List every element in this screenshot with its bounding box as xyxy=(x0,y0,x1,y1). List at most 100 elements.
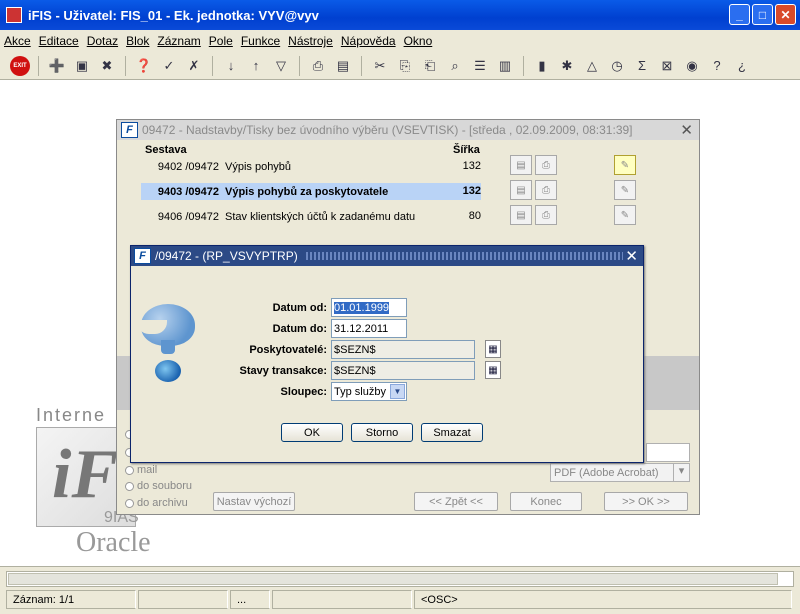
ifis-window-icon: F xyxy=(134,248,151,264)
print-icon[interactable]: ⎙ xyxy=(535,155,557,175)
toolbar-separator xyxy=(212,55,213,76)
preview-icon[interactable]: ▤ xyxy=(510,180,532,200)
toolbar-separator xyxy=(299,55,300,76)
maximize-button[interactable]: □ xyxy=(752,4,773,25)
output-radio-archive[interactable]: do archivu xyxy=(125,497,188,509)
stavy-transakce-input[interactable]: $SEZN$ xyxy=(331,361,475,380)
stavy-transakce-label: Stavy transakce: xyxy=(239,365,327,377)
edit-icon[interactable]: ✎ xyxy=(614,180,636,200)
context-help-icon[interactable]: ¿ xyxy=(732,56,752,76)
close-window-button[interactable]: ✕ xyxy=(775,4,796,25)
print-icon[interactable]: ⎙ xyxy=(535,180,557,200)
toolbar-separator xyxy=(361,55,362,76)
query-cancel-icon[interactable]: ✗ xyxy=(184,56,204,76)
excel-icon[interactable]: ⊠ xyxy=(657,56,677,76)
output-radio-mail[interactable]: mail xyxy=(125,464,157,476)
toolbar-separator xyxy=(523,55,524,76)
menu-blok[interactable]: Blok xyxy=(126,34,149,48)
query-enter-icon[interactable]: ❓ xyxy=(134,56,154,76)
list-of-values-icon[interactable]: ▦ xyxy=(485,361,501,379)
ok-button[interactable]: OK xyxy=(281,423,343,442)
list-of-values-icon[interactable]: ▦ xyxy=(485,340,501,358)
menu-pole[interactable]: Pole xyxy=(209,34,233,48)
app-title: iFIS - Uživatel: FIS_01 - Ek. jednotka: … xyxy=(28,7,319,23)
menu-okno[interactable]: Okno xyxy=(404,34,433,48)
filter-icon[interactable]: ▽ xyxy=(271,56,291,76)
close-icon[interactable]: ✕ xyxy=(625,247,638,265)
menu-funkce[interactable]: Funkce xyxy=(241,34,280,48)
app-icon xyxy=(6,7,22,23)
print-setup-icon[interactable]: ▤ xyxy=(333,56,353,76)
status-record: Záznam: 1/1 xyxy=(6,590,136,609)
clock-icon[interactable]: ◷ xyxy=(607,56,627,76)
menu-dotaz[interactable]: Dotaz xyxy=(87,34,118,48)
status-cell xyxy=(138,590,228,609)
storno-button[interactable]: Storno xyxy=(351,423,413,442)
sloupec-label: Sloupec: xyxy=(280,386,327,398)
report-row[interactable]: 9402 /09472 Výpis pohybů xyxy=(141,158,481,175)
print-icon[interactable]: ⎙ xyxy=(535,205,557,225)
ok-next-button[interactable]: >> OK >> xyxy=(604,492,688,511)
back-button[interactable]: << Zpět << xyxy=(414,492,498,511)
chart-icon[interactable]: ▮ xyxy=(532,56,552,76)
menu-napoveda[interactable]: Nápověda xyxy=(341,34,396,48)
settings-icon[interactable]: ✱ xyxy=(557,56,577,76)
menu-akce[interactable]: Akce xyxy=(4,34,31,48)
copy-icon[interactable]: ⎘ xyxy=(395,56,415,76)
toolbar-separator xyxy=(125,55,126,76)
insert-record-icon[interactable]: ➕ xyxy=(47,56,67,76)
poskytovatele-input[interactable]: $SEZN$ xyxy=(331,340,475,359)
parameter-dialog-titlebar: F /09472 - (RP_VSVYPTRP) ✕ xyxy=(131,246,643,266)
report-row-selected[interactable]: 9403 /09472 Výpis pohybů za poskytovatel… xyxy=(141,183,481,200)
sloupec-select[interactable]: Typ služby ▼ xyxy=(331,382,407,401)
preview-icon[interactable]: ▤ xyxy=(510,155,532,175)
paste-icon[interactable]: ⎗ xyxy=(420,56,440,76)
format-select[interactable]: PDF (Adobe Acrobat) ▾ xyxy=(550,463,690,482)
find-icon[interactable]: ⌕ xyxy=(445,56,465,76)
exit-icon[interactable]: EXIT xyxy=(10,55,30,76)
toolbar: EXIT ➕ ▣ ✖ ❓ ✓ ✗ ↓ ↑ ▽ ⎙ ▤ ✂ ⎘ ⎗ ⌕ ☰ ▥ ▮… xyxy=(0,52,800,80)
edit-icon[interactable]: ✎ xyxy=(614,155,636,175)
report-row[interactable]: 9406 /09472 Stav klientských účtů k zada… xyxy=(141,208,481,225)
menu-zaznam[interactable]: Záznam xyxy=(157,34,200,48)
cut-icon[interactable]: ✂ xyxy=(370,56,390,76)
save-record-icon[interactable]: ▣ xyxy=(72,56,92,76)
report-width: 132 xyxy=(462,185,481,197)
sum-icon[interactable]: Σ xyxy=(632,56,652,76)
help-icon[interactable]: ? xyxy=(707,56,727,76)
minimize-button[interactable]: _ xyxy=(729,4,750,25)
parameter-dialog-title: /09472 - (RP_VSVYPTRP) xyxy=(155,249,298,263)
datum-do-input[interactable]: 31.12.2011 xyxy=(331,319,407,338)
list-icon[interactable]: ☰ xyxy=(470,56,490,76)
query-execute-icon[interactable]: ✓ xyxy=(159,56,179,76)
smazat-button[interactable]: Smazat xyxy=(421,423,483,442)
close-icon[interactable]: ✕ xyxy=(680,121,693,139)
horizontal-scrollbar[interactable] xyxy=(6,571,794,587)
datum-od-label: Datum od: xyxy=(272,302,327,314)
delete-record-icon[interactable]: ✖ xyxy=(97,56,117,76)
columns-icon[interactable]: ▥ xyxy=(495,56,515,76)
end-button[interactable]: Konec xyxy=(510,492,582,511)
ifis-window-icon: F xyxy=(121,122,138,138)
statusbar: Záznam: 1/1 ... <OSC> xyxy=(0,566,800,614)
menu-editace[interactable]: Editace xyxy=(39,34,79,48)
chevron-down-icon: ▼ xyxy=(390,384,405,399)
menu-nastroje[interactable]: Nástroje xyxy=(288,34,333,48)
poskytovatele-label: Poskytovatelé: xyxy=(249,344,327,356)
triangle-icon[interactable]: △ xyxy=(582,56,602,76)
edit-icon[interactable]: ✎ xyxy=(614,205,636,225)
datum-od-input[interactable]: 01.01.1999 xyxy=(331,298,407,317)
print-icon[interactable]: ⎙ xyxy=(308,56,328,76)
logo-text-mid: iF xyxy=(52,436,119,513)
report-width: 80 xyxy=(468,210,481,222)
col-sestava: Sestava xyxy=(145,144,187,156)
globe-icon[interactable]: ◉ xyxy=(682,56,702,76)
output-field[interactable] xyxy=(646,443,690,462)
output-radio-file[interactable]: do souboru xyxy=(125,480,192,492)
report-window-titlebar: F 09472 - Nadstavby/Tisky bez úvodního v… xyxy=(117,120,699,140)
sort-descending-icon[interactable]: ↑ xyxy=(246,56,266,76)
report-width: 132 xyxy=(462,160,481,172)
sort-ascending-icon[interactable]: ↓ xyxy=(221,56,241,76)
reset-defaults-button[interactable]: Nastav výchozí xyxy=(213,492,295,511)
preview-icon[interactable]: ▤ xyxy=(510,205,532,225)
